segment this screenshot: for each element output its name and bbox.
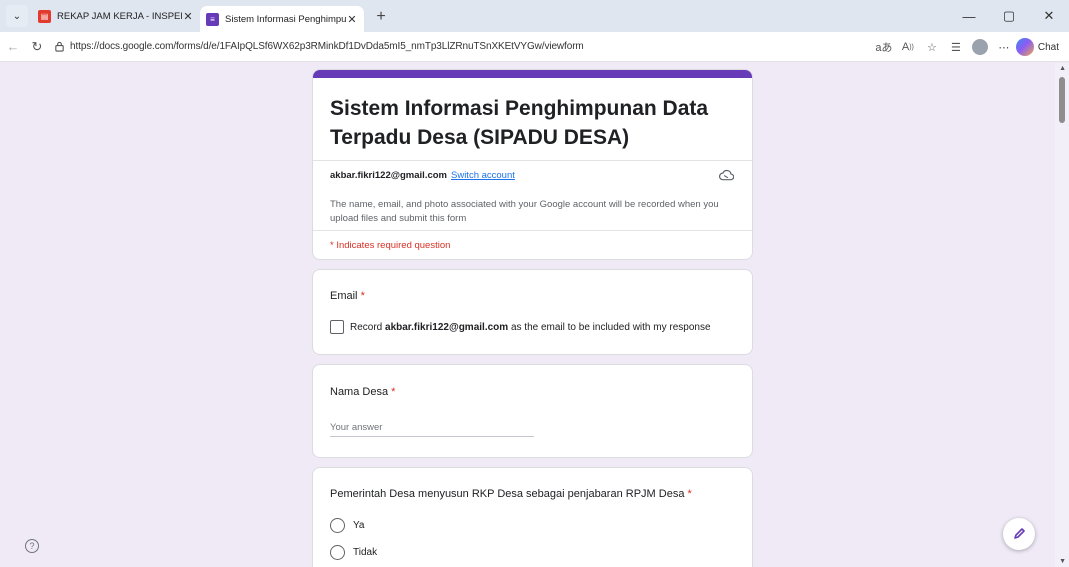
tab-actions-menu-button[interactable]: ⌄ <box>6 5 28 27</box>
question-title: Pemerintah Desa menyusun RKP Desa sebaga… <box>330 488 692 500</box>
required-note: * Indicates required question <box>330 240 451 251</box>
close-window-button[interactable]: ✕ <box>1029 0 1069 32</box>
more-menu-icon[interactable]: ⋯ <box>992 36 1016 58</box>
favorite-star-icon[interactable]: ☆ <box>920 36 944 58</box>
tab-title: REKAP JAM KERJA - INSPEKTORAT <box>57 10 182 22</box>
checkbox-label-email: akbar.fikri122@gmail.com <box>385 321 509 333</box>
toolbar-icons: aあ A)) ☆ ☰ ⋯ Chat <box>872 36 1059 58</box>
question-title: Email * <box>330 290 365 302</box>
header-accent-bar <box>313 70 752 78</box>
copilot-chat-button[interactable]: Chat <box>1015 36 1059 58</box>
pencil-icon <box>1014 528 1025 539</box>
question-card-rkp-desa: Pemerintah Desa menyusun RKP Desa sebaga… <box>312 467 753 567</box>
refresh-button[interactable]: ↻ <box>26 36 48 58</box>
record-email-option[interactable]: Record akbar.fikri122@gmail.com as the e… <box>330 320 711 334</box>
form-header-card: Sistem Informasi Penghimpunan Data Terpa… <box>312 69 753 260</box>
copilot-icon <box>1015 38 1034 56</box>
tab-rekap-jam-kerja[interactable]: ▤ REKAP JAM KERJA - INSPEKTORAT ✕ <box>32 3 200 29</box>
page-scrollbar[interactable]: ▲ ▼ <box>1055 63 1069 567</box>
tab-close-icon[interactable]: ✕ <box>346 13 358 26</box>
privacy-notice: The name, email, and photo associated wi… <box>330 199 719 224</box>
radio-button[interactable] <box>330 545 345 560</box>
nama-desa-input[interactable] <box>330 419 534 437</box>
required-star: * <box>360 290 365 302</box>
question-title: Nama Desa * <box>330 386 395 398</box>
chevron-down-icon: ⌄ <box>12 10 22 22</box>
account-email: akbar.fikri122@gmail.com <box>330 169 447 181</box>
help-icon[interactable]: ? <box>25 539 39 553</box>
scroll-down-arrow-icon[interactable]: ▼ <box>1059 558 1066 565</box>
google-forms-icon: ≡ <box>206 12 219 26</box>
translate-icon[interactable]: aあ <box>872 36 896 58</box>
tab-sipadu-form[interactable]: ≡ Sistem Informasi Penghimpunan D ✕ <box>200 6 364 32</box>
browser-toolbar: ← ↻ https://docs.google.com/forms/d/e/1F… <box>0 32 1069 62</box>
question-label: Nama Desa <box>330 386 389 398</box>
browser-tab-strip: ⌄ ▤ REKAP JAM KERJA - INSPEKTORAT ✕ ≡ Si… <box>0 0 1069 32</box>
edit-pencil-button[interactable] <box>1003 518 1035 550</box>
arrow-left-icon: ← <box>6 39 20 54</box>
checkbox-label-prefix: Record <box>350 321 386 333</box>
favorites-list-icon[interactable]: ☰ <box>944 36 968 58</box>
site-info-icon[interactable] <box>52 40 66 54</box>
minimize-button[interactable]: — <box>949 0 989 32</box>
back-button[interactable]: ← <box>2 36 24 58</box>
avatar <box>971 39 988 55</box>
pdf-icon: ▤ <box>38 9 51 23</box>
checkbox-label: Record akbar.fikri122@gmail.com as the e… <box>350 322 711 333</box>
question-label: Email <box>330 290 358 302</box>
tab-title: Sistem Informasi Penghimpunan D <box>225 13 346 25</box>
radio-label: Tidak <box>353 547 378 558</box>
profile-avatar[interactable] <box>968 36 992 58</box>
window-controls: — ▢ ✕ <box>949 0 1069 32</box>
checkbox-label-suffix: as the email to be included with my resp… <box>508 321 711 333</box>
question-card-email: Email * Record akbar.fikri122@gmail.com … <box>312 269 753 355</box>
question-card-nama-desa: Nama Desa * <box>312 364 753 458</box>
radio-option-tidak[interactable]: Tidak <box>330 545 377 560</box>
required-star: * <box>687 488 692 500</box>
new-tab-button[interactable]: + <box>370 6 392 28</box>
divider <box>313 160 752 161</box>
url-text[interactable]: https://docs.google.com/forms/d/e/1FAIpQ… <box>70 41 584 52</box>
maximize-button[interactable]: ▢ <box>989 0 1029 32</box>
radio-option-ya[interactable]: Ya <box>330 518 365 533</box>
required-star: * <box>391 386 396 398</box>
read-aloud-icon[interactable]: A)) <box>896 36 920 58</box>
scroll-thumb[interactable] <box>1059 77 1065 123</box>
switch-account-link[interactable]: Switch account <box>451 170 515 181</box>
account-row: akbar.fikri122@gmail.com Switch account <box>330 166 736 184</box>
divider <box>313 230 752 231</box>
refresh-icon: ↻ <box>31 38 43 54</box>
question-label: Pemerintah Desa menyusun RKP Desa sebaga… <box>330 488 685 500</box>
cloud-saved-icon <box>718 167 734 183</box>
address-bar[interactable]: https://docs.google.com/forms/d/e/1FAIpQ… <box>52 36 872 58</box>
scroll-up-arrow-icon[interactable]: ▲ <box>1059 65 1066 72</box>
chat-label: Chat <box>1037 41 1059 53</box>
radio-label: Ya <box>353 520 365 531</box>
form-title: Sistem Informasi Penghimpunan Data Terpa… <box>330 97 709 149</box>
record-email-checkbox[interactable] <box>330 320 344 334</box>
radio-button[interactable] <box>330 518 345 533</box>
form-page: Sistem Informasi Penghimpunan Data Terpa… <box>0 63 1069 567</box>
tab-close-icon[interactable]: ✕ <box>182 10 194 23</box>
